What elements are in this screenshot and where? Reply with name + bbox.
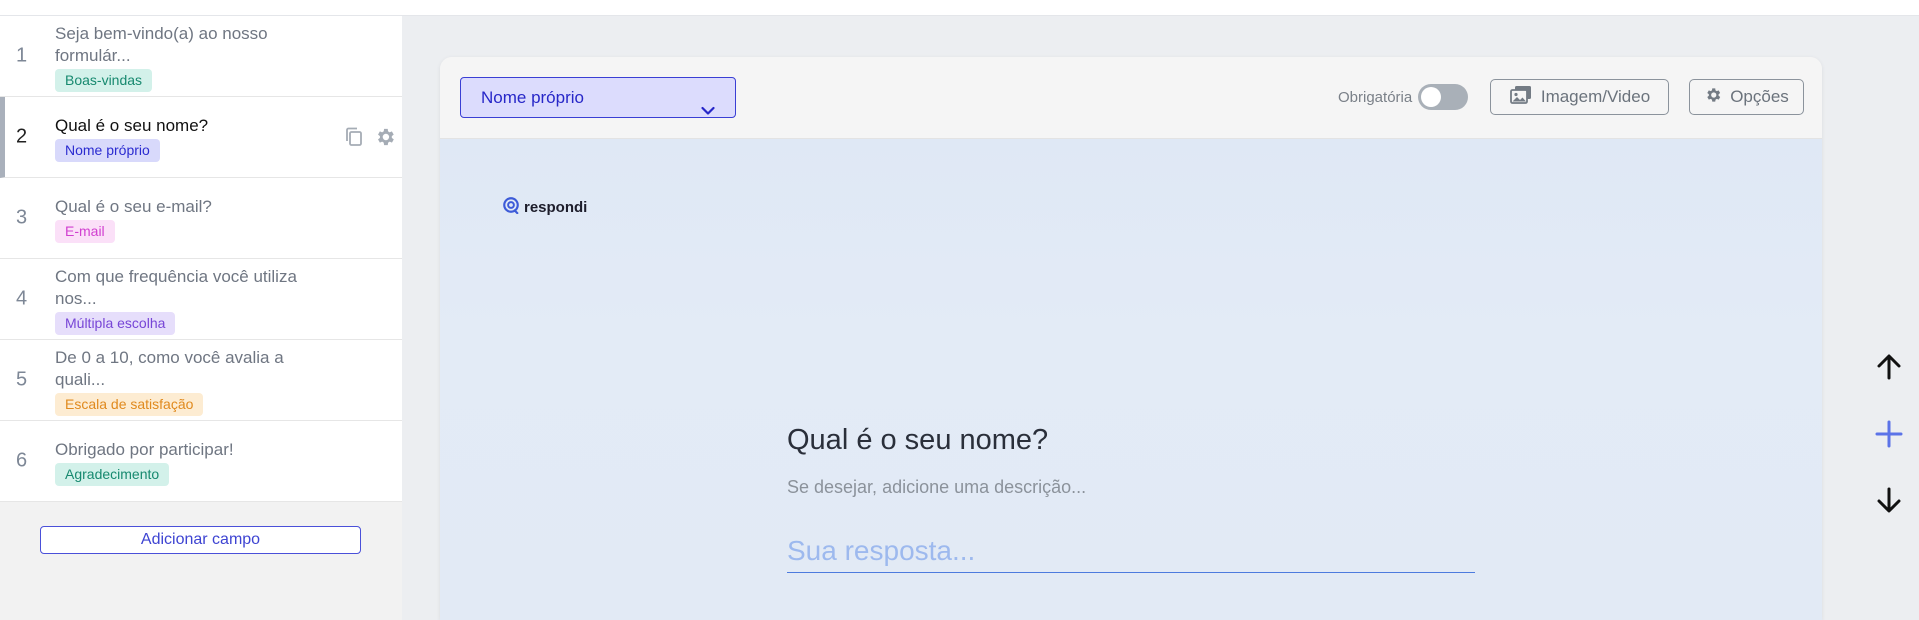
- gear-icon: [1704, 86, 1722, 109]
- move-down-button[interactable]: [1870, 483, 1908, 521]
- field-list: 1 Seja bem-vindo(a) ao nosso formulár...…: [0, 16, 402, 502]
- field-title-line2: nos...: [55, 288, 97, 308]
- field-type-badge: Nome próprio: [55, 138, 160, 162]
- field-item-1[interactable]: 1 Seja bem-vindo(a) ao nosso formulár...…: [0, 16, 402, 97]
- field-number: 1: [16, 44, 28, 67]
- chevron-down-icon: [701, 91, 715, 130]
- field-item-6[interactable]: 6 Obrigado por participar! Agradecimento: [0, 421, 402, 502]
- field-number: 5: [16, 368, 28, 391]
- required-control: Obrigatória: [1338, 83, 1469, 111]
- plus-icon: [1875, 420, 1903, 453]
- field-type-select[interactable]: Nome próprio: [460, 77, 736, 118]
- field-item-2[interactable]: 2 Qual é o seu nome? Nome próprio: [0, 97, 402, 178]
- top-bar: [0, 0, 1919, 16]
- question-description[interactable]: Se desejar, adicione uma descrição...: [787, 477, 1086, 498]
- field-body: Qual é o seu nome? Nome próprio: [55, 103, 325, 173]
- images-icon: [1509, 85, 1533, 110]
- respondi-logo-icon: [502, 196, 520, 218]
- field-number: 2: [16, 125, 28, 148]
- add-field-button[interactable]: Adicionar campo: [40, 526, 361, 554]
- field-title-line1: Com que frequência você utiliza: [55, 266, 297, 286]
- sidebar: 1 Seja bem-vindo(a) ao nosso formulár...…: [0, 16, 402, 620]
- field-number: 6: [16, 449, 28, 472]
- field-title: De 0 a 10, como você avalia a quali...: [55, 347, 284, 389]
- field-actions: [344, 126, 396, 148]
- field-body: Obrigado por participar! Agradecimento: [55, 427, 325, 497]
- duplicate-icon[interactable]: [344, 126, 364, 148]
- media-button[interactable]: Imagem/Video: [1490, 79, 1669, 115]
- field-type-badge: Escala de satisfação: [55, 392, 204, 416]
- field-body: Com que frequência você utiliza nos... M…: [55, 265, 325, 335]
- field-type-badge: Múltipla escolha: [55, 311, 176, 335]
- respondi-logo: respondi: [502, 196, 587, 218]
- field-type-badge: Boas-vindas: [55, 68, 153, 92]
- editor-toolbar: Nome próprio Obrigatória Imagem/Video Op…: [440, 57, 1822, 139]
- field-title-line2: formulár...: [55, 45, 131, 65]
- field-title: Qual é o seu nome?: [55, 115, 209, 135]
- options-button-label: Opções: [1730, 87, 1789, 106]
- form-preview: respondi Qual é o seu nome? Se desejar, …: [440, 139, 1822, 620]
- field-body: De 0 a 10, como você avalia a quali... E…: [55, 346, 325, 416]
- add-field-below-button[interactable]: [1870, 417, 1908, 455]
- field-number: 4: [16, 287, 28, 310]
- answer-input[interactable]: Sua resposta...: [787, 529, 1475, 573]
- media-button-label: Imagem/Video: [1540, 87, 1651, 106]
- field-body: Qual é o seu e-mail? E-mail: [55, 184, 325, 254]
- required-label: Obrigatória: [1338, 88, 1413, 106]
- field-number: 3: [16, 206, 28, 229]
- field-title: Qual é o seu e-mail?: [55, 196, 212, 216]
- field-item-4[interactable]: 4 Com que frequência você utiliza nos...…: [0, 259, 402, 340]
- field-type-badge: Agradecimento: [55, 462, 170, 486]
- field-type-badge: E-mail: [55, 219, 115, 243]
- field-type-value: Nome próprio: [481, 88, 584, 107]
- gear-icon[interactable]: [374, 126, 396, 148]
- question-editor-panel: Nome próprio Obrigatória Imagem/Video Op…: [440, 57, 1822, 620]
- field-item-3[interactable]: 3 Qual é o seu e-mail? E-mail: [0, 178, 402, 259]
- required-toggle[interactable]: [1418, 84, 1469, 110]
- arrow-down-icon: [1876, 486, 1902, 519]
- move-up-button[interactable]: [1870, 350, 1908, 388]
- field-item-5[interactable]: 5 De 0 a 10, como você avalia a quali...…: [0, 340, 402, 421]
- arrow-up-icon: [1876, 353, 1902, 386]
- options-button[interactable]: Opções: [1689, 79, 1804, 115]
- question-title[interactable]: Qual é o seu nome?: [787, 424, 1048, 457]
- field-title-line1: Seja bem-vindo(a) ao nosso: [55, 23, 268, 43]
- respondi-logo-text: respondi: [524, 198, 588, 216]
- field-body: Seja bem-vindo(a) ao nosso formulár... B…: [55, 22, 325, 92]
- field-title: Obrigado por participar!: [55, 439, 234, 459]
